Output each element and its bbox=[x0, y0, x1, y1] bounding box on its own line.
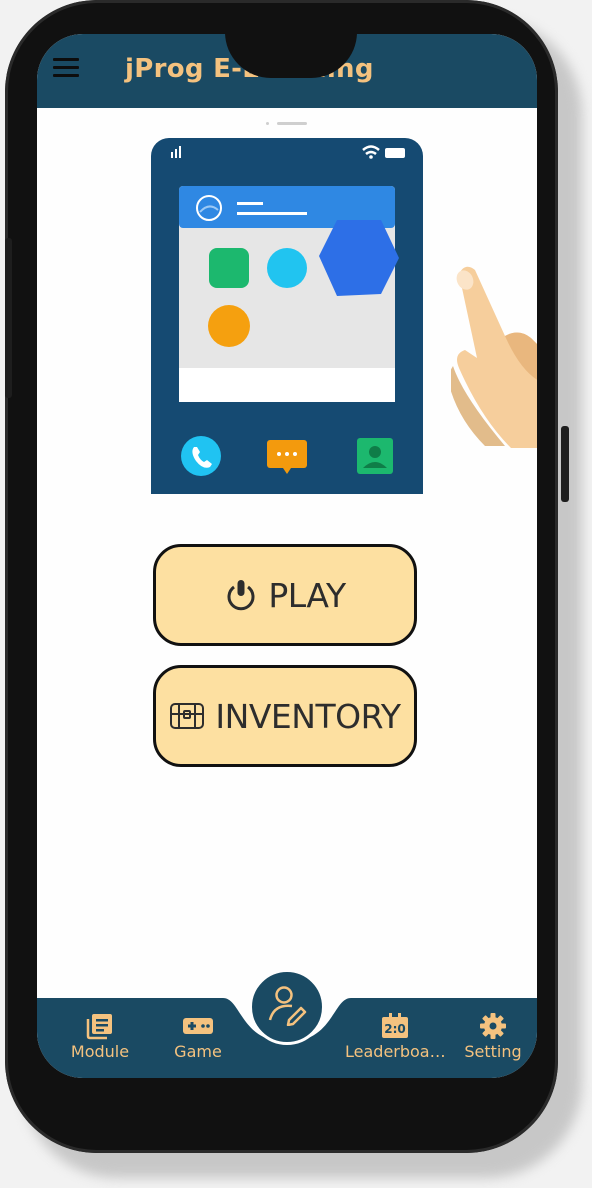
nav-leaderboard[interactable]: 2:0 Leaderboa… bbox=[345, 1010, 445, 1061]
drag-handle bbox=[277, 122, 307, 125]
volume-button bbox=[5, 238, 12, 398]
nav-leaderboard-label: Leaderboa… bbox=[345, 1042, 445, 1061]
profile-edit-icon bbox=[267, 984, 307, 1030]
profile-fab-button[interactable] bbox=[249, 969, 325, 1045]
nav-game-label: Game bbox=[174, 1042, 222, 1061]
nav-module[interactable]: Module bbox=[55, 1010, 145, 1061]
nav-module-label: Module bbox=[70, 1042, 130, 1061]
gear-icon bbox=[451, 1010, 535, 1042]
pointing-hand-icon bbox=[451, 266, 537, 448]
nav-setting[interactable]: Setting bbox=[451, 1010, 535, 1061]
nav-game[interactable]: Game bbox=[153, 1010, 243, 1061]
handle-dot bbox=[266, 122, 269, 125]
power-button bbox=[561, 426, 569, 502]
play-label: PLAY bbox=[268, 575, 346, 615]
svg-text:2:0: 2:0 bbox=[384, 1022, 406, 1036]
book-icon bbox=[55, 1010, 145, 1042]
inventory-label: INVENTORY bbox=[215, 696, 401, 736]
phone-frame: jProg E-Learning bbox=[5, 0, 569, 1153]
app-screen: jProg E-Learning bbox=[37, 34, 537, 1078]
hamburger-menu-icon[interactable] bbox=[53, 58, 79, 78]
nav-setting-label: Setting bbox=[464, 1042, 522, 1061]
play-button[interactable]: PLAY bbox=[153, 544, 417, 646]
power-icon bbox=[224, 578, 258, 612]
scoreboard-icon: 2:0 bbox=[345, 1010, 445, 1042]
treasure-chest-icon bbox=[169, 700, 205, 732]
inventory-button[interactable]: INVENTORY bbox=[153, 665, 417, 767]
gamepad-icon bbox=[153, 1010, 243, 1042]
phone-illustration bbox=[151, 138, 423, 494]
